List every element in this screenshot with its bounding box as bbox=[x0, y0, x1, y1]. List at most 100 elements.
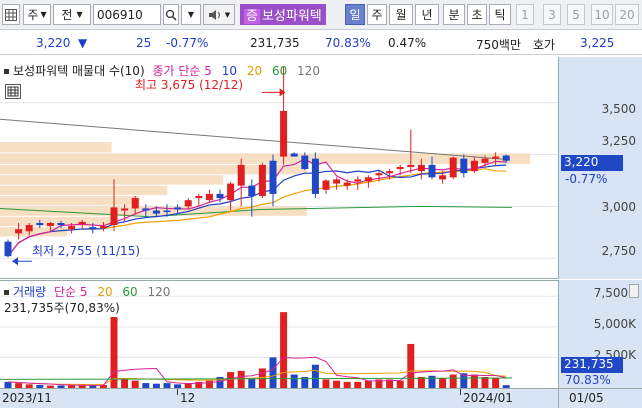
legend-ma-60: 60 bbox=[122, 285, 138, 299]
y-tick-label: 5,000K bbox=[593, 317, 636, 331]
y-tick-label: 2,750 bbox=[601, 244, 636, 258]
candle-body bbox=[68, 226, 76, 230]
period-tab-second[interactable]: 초 bbox=[467, 4, 487, 25]
candle-body bbox=[301, 155, 309, 170]
candle-body bbox=[333, 179, 341, 184]
x-tick-label: 2023/11 bbox=[2, 391, 52, 405]
minute-option-20[interactable]: 20 bbox=[615, 4, 639, 25]
candle-body bbox=[163, 210, 171, 213]
candle-body bbox=[290, 153, 298, 157]
period-tab-year[interactable]: 년 bbox=[415, 4, 439, 25]
candle-body bbox=[258, 164, 266, 197]
candle-body bbox=[470, 160, 478, 172]
current-change-rate: -0.77% bbox=[565, 172, 608, 186]
current-volume-ratio: 70.83% bbox=[565, 373, 611, 387]
candle-body bbox=[227, 183, 235, 201]
high-arrow-head bbox=[279, 88, 286, 97]
volume-bar bbox=[248, 378, 256, 388]
speaker-icon[interactable]: ▼ bbox=[203, 4, 235, 25]
candle-body bbox=[184, 200, 192, 207]
candle-body bbox=[460, 158, 468, 174]
candle-body bbox=[36, 222, 44, 226]
volume-bar bbox=[492, 378, 500, 388]
legend-stock-name: 보성파워텍 매물대 수(10) bbox=[13, 64, 145, 78]
minute-option-label: 1 bbox=[521, 7, 529, 22]
period-tab-label: 월 bbox=[395, 8, 407, 22]
volume-ratio: 70.83% bbox=[325, 36, 371, 50]
volume-bar bbox=[121, 378, 129, 388]
grid-icon[interactable] bbox=[2, 4, 20, 25]
volume-bar bbox=[333, 380, 341, 388]
volume-bar bbox=[311, 364, 319, 388]
period-tab-minute[interactable]: 분 bbox=[443, 4, 465, 25]
search-icon[interactable] bbox=[163, 4, 179, 25]
y-tick-label: 3,250 bbox=[601, 134, 636, 148]
legend-ma-60: 60 bbox=[271, 64, 288, 78]
candle-body bbox=[449, 157, 457, 178]
stock-code-input[interactable]: 006910 bbox=[93, 4, 161, 25]
candle-body bbox=[386, 171, 394, 174]
volume-bar bbox=[481, 376, 489, 388]
stock-name-box[interactable]: 증 보성파워텍 bbox=[240, 4, 326, 25]
candle-body bbox=[174, 207, 182, 210]
chevron-down-icon: ▼ bbox=[76, 10, 83, 19]
panel-toggle-button[interactable] bbox=[629, 284, 639, 298]
stock-dropdown-button[interactable]: ▼ bbox=[181, 4, 201, 25]
stock-name: 보성파워텍 bbox=[261, 9, 322, 24]
period-tab-tick[interactable]: 틱 bbox=[489, 4, 511, 25]
minute-option-5[interactable]: 5 bbox=[567, 4, 585, 25]
candle-body bbox=[280, 110, 288, 157]
legend-ma-120: 120 bbox=[147, 285, 171, 299]
chevron-down-icon: ▼ bbox=[187, 10, 195, 19]
cursor-date: 01/05 bbox=[569, 391, 604, 405]
candle-body bbox=[322, 180, 330, 190]
candle-body bbox=[89, 227, 97, 230]
volume-bar bbox=[205, 380, 213, 388]
candle-body bbox=[375, 173, 383, 176]
candle-body bbox=[4, 241, 12, 257]
high-price-annotation: 최고 3,675 (12/12) bbox=[135, 78, 244, 92]
market-label: 주 bbox=[27, 8, 39, 22]
legend-volume-name: 거래량 bbox=[13, 285, 47, 299]
candle-body bbox=[57, 222, 65, 226]
volume-bar bbox=[428, 375, 436, 388]
current-price: 3,220 bbox=[36, 36, 71, 50]
volume-bar bbox=[396, 380, 404, 388]
price-y-axis[interactable]: 3,500 3,250 3,000 2,750 3,220 -0.77% bbox=[558, 57, 642, 279]
candle-body bbox=[131, 198, 139, 209]
candle-body bbox=[492, 156, 500, 159]
candle-body bbox=[78, 221, 86, 225]
candle-body bbox=[407, 164, 415, 167]
prev-label: 전 bbox=[61, 8, 73, 22]
candle-body bbox=[195, 196, 203, 199]
change-rate: -0.77% bbox=[166, 36, 209, 50]
x-axis-date-readout: 01/05 bbox=[558, 388, 642, 408]
candle-body bbox=[99, 226, 107, 229]
minute-option-10[interactable]: 10 bbox=[591, 4, 613, 25]
period-tab-label: 일 bbox=[349, 8, 361, 22]
minute-option-1[interactable]: 1 bbox=[516, 4, 534, 25]
volume-value-text: 231,735주(70,83%) bbox=[4, 301, 120, 315]
candle-body bbox=[248, 185, 256, 197]
minute-option-3[interactable]: 3 bbox=[543, 4, 561, 25]
volume-bar bbox=[110, 317, 118, 388]
chevron-down-icon: ▼ bbox=[224, 10, 231, 19]
minute-option-label: 20 bbox=[619, 7, 635, 22]
volume-profile-bar bbox=[0, 185, 168, 196]
candle-body bbox=[364, 177, 372, 182]
x-tick-label: 2024/01 bbox=[463, 391, 513, 405]
period-tab-day[interactable]: 일 bbox=[345, 4, 365, 25]
prev-select[interactable]: 전 ▼ bbox=[53, 4, 91, 25]
period-tab-month[interactable]: 월 bbox=[389, 4, 413, 25]
table-icon[interactable] bbox=[5, 84, 21, 99]
market-select[interactable]: 주 ▼ bbox=[23, 4, 51, 25]
volume-value: 231,735 bbox=[250, 36, 300, 50]
candle-body bbox=[25, 225, 33, 232]
candle-body bbox=[237, 164, 245, 186]
period-tab-label: 분 bbox=[448, 8, 460, 22]
volume-y-axis[interactable]: 7,500K 5,000K 2,500K 231,735 70.83% bbox=[558, 280, 642, 388]
volume-bar bbox=[439, 378, 447, 388]
volume-legend: 거래량 단순 5 20 60 120 bbox=[4, 283, 170, 300]
candle-body bbox=[311, 158, 319, 194]
period-tab-week[interactable]: 주 bbox=[367, 4, 387, 25]
